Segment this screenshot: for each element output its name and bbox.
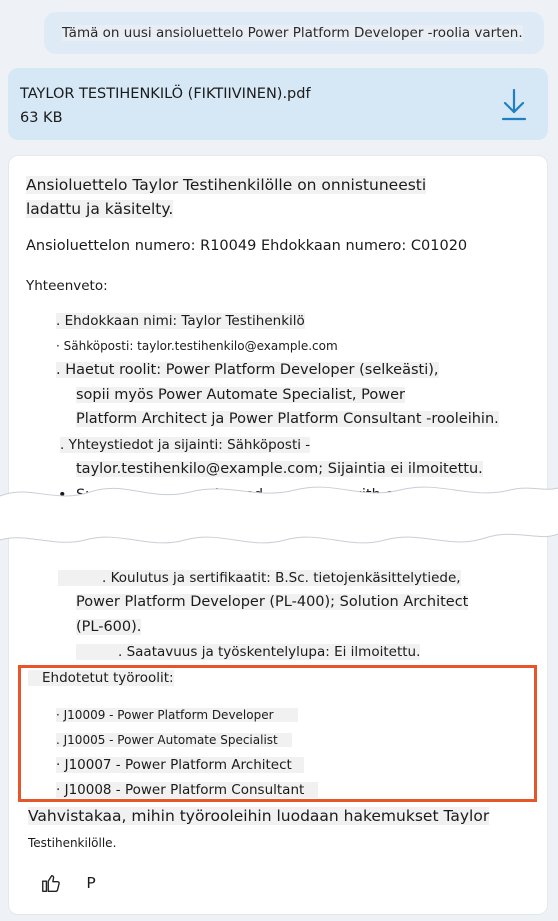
question-line-1: Vahvistakaa, mihin työrooleihin luodaan … — [28, 807, 490, 825]
role-item-j10009: · J10009 - Power Platform Developer — [56, 708, 298, 722]
lower-item-education-text: . Koulutus ja sertifikaatit: B.Sc. tieto… — [102, 570, 461, 586]
intro-line-1: Ansioluettelo Taylor Testihenkilölle on … — [26, 176, 427, 194]
p-action-button[interactable]: P — [76, 868, 106, 898]
download-button[interactable] — [496, 85, 532, 125]
lower-item-education-cont-2: (PL-600). — [76, 619, 142, 635]
lower-item-education: . Koulutus ja sertifikaatit: B.Sc. tieto… — [58, 570, 461, 586]
attachment-card[interactable]: TAYLOR TESTIHENKILÖ (FIKTIIVINEN).pdf 63… — [8, 68, 548, 140]
thumbs-up-icon — [42, 874, 60, 892]
summary-item-contact: . Yhteystiedot ja sijainti: Sähköposti - — [60, 437, 311, 453]
question-line-2: Testihenkilölle. — [28, 836, 117, 850]
summary-item-roles-cont-1: sopii myös Power Automate Specialist, Po… — [76, 387, 405, 403]
role-item-j10007: · J10007 - Power Platform Architect — [56, 757, 304, 773]
attachment-file-name: TAYLOR TESTIHENKILÖ (FIKTIIVINEN).pdf — [20, 86, 311, 102]
attachment-file-size: 63 KB — [20, 110, 63, 126]
summary-item-roles-cont-2: Platform Architect ja Power Platform Con… — [76, 411, 499, 427]
intro-line-2: ladattu ja käsitelty. — [26, 200, 174, 218]
torn-edge-divider — [0, 486, 558, 544]
user-message-bubble: Tämä on uusi ansioluettelo Power Platfor… — [44, 12, 544, 54]
like-button[interactable] — [36, 868, 66, 898]
lower-item-availability-text: . Saatavuus ja työskentelylupa: Ei ilmoi… — [118, 644, 421, 660]
lower-item-education-cont-1: Power Platform Developer (PL-400); Solut… — [76, 594, 469, 610]
role-item-j10008: · J10008 - Power Platform Consultant — [56, 782, 319, 798]
download-icon — [501, 88, 527, 121]
summary-item-email: · Sähköposti: taylor.testihenkilo@exampl… — [56, 339, 338, 353]
summary-item-name: . Ehdokkaan nimi: Taylor Testihenkilö — [56, 313, 305, 329]
ids-line: Ansioluettelon numero: R10049 Ehdokkaan … — [26, 238, 468, 254]
lower-item-availability: . Saatavuus ja työskentelylupa: Ei ilmoi… — [76, 644, 421, 660]
role-item-j10005: . J10005 - Power Automate Specialist — [56, 733, 292, 747]
summary-item-roles: . Haetut roolit: Power Platform Develope… — [56, 362, 439, 378]
summary-heading: Yhteenveto: — [26, 278, 108, 294]
user-message-text: Tämä on uusi ansioluettelo Power Platfor… — [62, 25, 523, 41]
roles-heading-text: Ehdotetut työroolit: — [42, 670, 174, 686]
roles-heading: Ehdotetut työroolit: — [28, 670, 174, 686]
